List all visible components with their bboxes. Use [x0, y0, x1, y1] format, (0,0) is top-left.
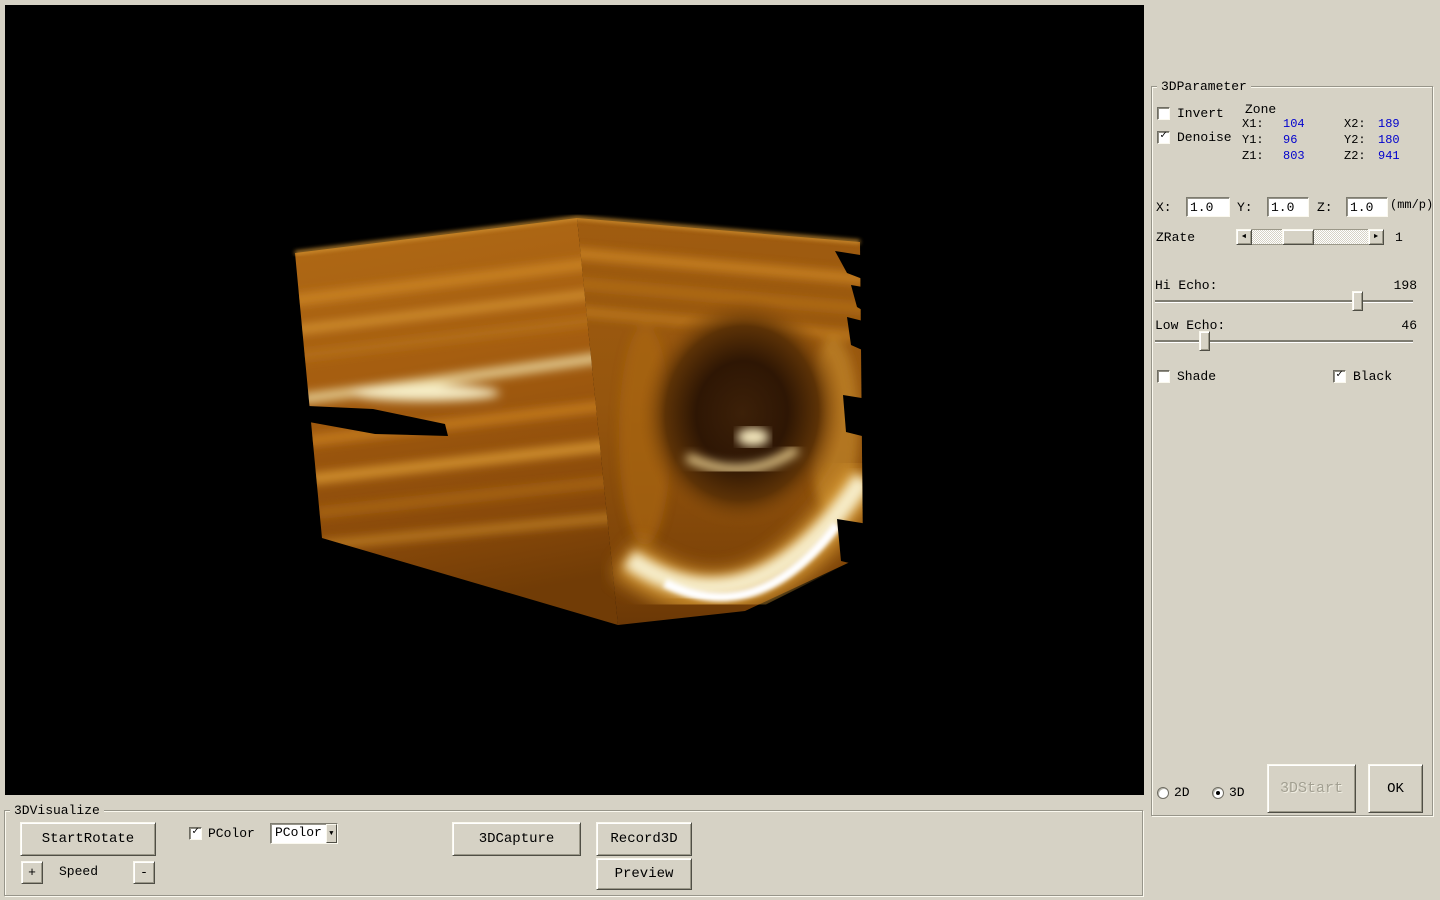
check-icon: ✓	[1336, 370, 1343, 381]
zone-z2-value: 941	[1378, 149, 1400, 163]
mode-3d-label: 3D	[1229, 785, 1245, 800]
zone-y2-label: Y2:	[1344, 133, 1366, 147]
mode-3d-radio[interactable]	[1212, 787, 1224, 799]
pcolor-dropdown-button[interactable]: ▼	[326, 824, 337, 843]
low-echo-label: Low Echo:	[1155, 318, 1225, 333]
zrate-scrollbar-track[interactable]	[1252, 229, 1368, 245]
zone-x1-label: X1:	[1242, 117, 1264, 131]
scale-y-label: Y:	[1237, 200, 1253, 215]
pcolor-dropdown-value: PColor	[271, 824, 326, 843]
low-echo-slider-track[interactable]	[1155, 340, 1413, 342]
chevron-down-icon: ▼	[329, 830, 333, 838]
zrate-label: ZRate	[1156, 230, 1195, 245]
zrate-scrollbar[interactable]: ◄ ►	[1236, 229, 1384, 245]
hi-echo-value: 198	[1385, 278, 1417, 293]
speed-minus-button[interactable]: -	[133, 861, 155, 884]
mode-2d-radio[interactable]	[1157, 787, 1169, 799]
low-echo-slider-thumb[interactable]	[1199, 331, 1210, 351]
scroll-left-icon: ◄	[1242, 233, 1246, 241]
pcolor-dropdown[interactable]: PColor ▼	[270, 823, 338, 844]
mode-2d-label: 2D	[1174, 785, 1190, 800]
render-viewport[interactable]	[5, 5, 1144, 795]
scale-x-input[interactable]	[1186, 197, 1230, 217]
scale-x-label: X:	[1156, 200, 1172, 215]
zone-x2-label: X2:	[1344, 117, 1366, 131]
zone-y1-label: Y1:	[1242, 133, 1264, 147]
black-label: Black	[1353, 369, 1392, 384]
3dcapture-button[interactable]: 3DCapture	[452, 822, 581, 856]
scroll-right-icon: ►	[1374, 233, 1378, 241]
pcolor-checkbox[interactable]: ✓	[189, 827, 202, 840]
denoise-checkbox[interactable]: ✓	[1157, 131, 1170, 144]
zone-z1-value: 803	[1283, 149, 1305, 163]
hi-echo-label: Hi Echo:	[1155, 278, 1217, 293]
hi-echo-slider-track[interactable]	[1155, 300, 1413, 302]
zone-z2-label: Z2:	[1344, 149, 1366, 163]
zrate-scrollbar-thumb[interactable]	[1282, 229, 1314, 245]
zone-title: Zone	[1245, 102, 1276, 117]
check-icon: ✓	[192, 827, 199, 838]
scale-y-input[interactable]	[1267, 197, 1309, 217]
speed-label: Speed	[59, 864, 98, 879]
zone-y2-value: 180	[1378, 133, 1400, 147]
check-icon: ✓	[1160, 131, 1167, 142]
parameter-groupbox	[1151, 86, 1433, 816]
black-checkbox[interactable]: ✓	[1333, 370, 1346, 383]
preview-button[interactable]: Preview	[596, 858, 692, 890]
parameter-group-title: 3DParameter	[1157, 79, 1251, 94]
zone-x1-value: 104	[1283, 117, 1305, 131]
zrate-scroll-right-button[interactable]: ►	[1368, 229, 1384, 245]
radio-dot-icon	[1216, 791, 1220, 795]
zrate-scroll-left-button[interactable]: ◄	[1236, 229, 1252, 245]
zone-z1-label: Z1:	[1242, 149, 1264, 163]
shade-checkbox[interactable]: ✓	[1157, 370, 1170, 383]
record3d-button[interactable]: Record3D	[596, 822, 692, 856]
shade-label: Shade	[1177, 369, 1216, 384]
low-echo-value: 46	[1385, 318, 1417, 333]
ok-button[interactable]: OK	[1368, 764, 1423, 813]
scale-z-label: Z:	[1317, 200, 1333, 215]
scale-z-input[interactable]	[1346, 197, 1388, 217]
zrate-value: 1	[1395, 230, 1403, 245]
zone-y1-value: 96	[1283, 133, 1297, 147]
zone-x2-value: 189	[1378, 117, 1400, 131]
visualize-group-title: 3DVisualize	[10, 803, 104, 818]
invert-label: Invert	[1177, 106, 1224, 121]
scale-unit-label: (mm/p)	[1390, 198, 1433, 212]
start-rotate-button[interactable]: StartRotate	[20, 822, 156, 856]
ultrasound-volume-render	[5, 5, 1144, 795]
invert-checkbox[interactable]: ✓	[1157, 107, 1170, 120]
3dstart-button[interactable]: 3DStart	[1267, 764, 1356, 813]
pcolor-label: PColor	[208, 826, 255, 841]
denoise-label: Denoise	[1177, 130, 1232, 145]
speed-plus-button[interactable]: +	[21, 861, 43, 884]
hi-echo-slider-thumb[interactable]	[1352, 291, 1363, 311]
